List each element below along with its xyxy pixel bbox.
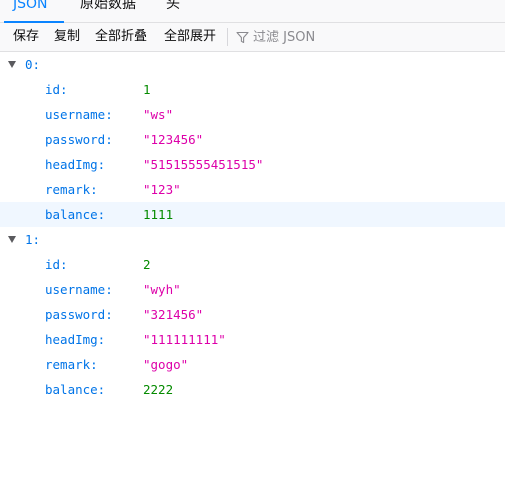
- property-value: "51515555451515": [143, 157, 264, 172]
- filter-icon: [236, 31, 249, 44]
- property-value: 2: [143, 257, 151, 272]
- toolbar: 保存 复制 全部折叠 全部展开: [0, 23, 505, 52]
- expand-toggle-icon[interactable]: [8, 61, 16, 68]
- property-key: id:: [45, 82, 68, 97]
- tree-row[interactable]: id: 2: [0, 252, 505, 277]
- property-key: remark:: [45, 182, 98, 197]
- tree-row[interactable]: username: "wyh": [0, 277, 505, 302]
- json-tree: 0: id: 1 username: "ws" password: "12345…: [0, 52, 505, 402]
- property-key: headImg:: [45, 332, 106, 347]
- collapse-all-button[interactable]: 全部折叠: [95, 29, 147, 45]
- save-button[interactable]: 保存: [13, 29, 39, 45]
- tree-row-index[interactable]: 1:: [0, 227, 505, 252]
- tab-headers[interactable]: 头: [166, 0, 180, 14]
- property-value: 1111: [143, 207, 174, 222]
- property-value: "wyh": [143, 282, 181, 297]
- expand-all-button[interactable]: 全部展开: [164, 29, 216, 45]
- property-key: balance:: [45, 382, 106, 397]
- property-value: "123456": [143, 132, 204, 147]
- property-key: balance:: [45, 207, 106, 222]
- tree-row-hovered[interactable]: balance: 1111: [0, 202, 505, 227]
- tree-row[interactable]: password: "321456": [0, 302, 505, 327]
- property-key: password:: [45, 307, 113, 322]
- property-value: "ws": [143, 107, 174, 122]
- tab-bar: JSON 原始数据 头: [0, 0, 505, 23]
- property-key: headImg:: [45, 157, 106, 172]
- tree-row[interactable]: headImg: "111111111": [0, 327, 505, 352]
- array-index-label: 0:: [25, 57, 41, 72]
- tree-row[interactable]: headImg: "51515555451515": [0, 152, 505, 177]
- property-value: "123": [143, 182, 181, 197]
- property-value: "321456": [143, 307, 204, 322]
- property-key: remark:: [45, 357, 98, 372]
- property-value: 1: [143, 82, 151, 97]
- property-key: id:: [45, 257, 68, 272]
- property-key: password:: [45, 132, 113, 147]
- expand-toggle-icon[interactable]: [8, 236, 16, 243]
- property-key: username:: [45, 107, 113, 122]
- property-value: "111111111": [143, 332, 226, 347]
- filter-box[interactable]: [236, 29, 373, 45]
- array-index-label: 1:: [25, 232, 41, 247]
- tree-row[interactable]: remark: "123": [0, 177, 505, 202]
- tree-row[interactable]: password: "123456": [0, 127, 505, 152]
- property-value: 2222: [143, 382, 174, 397]
- property-value: "gogo": [143, 357, 189, 372]
- tree-row[interactable]: username: "ws": [0, 102, 505, 127]
- tree-row[interactable]: id: 1: [0, 77, 505, 102]
- tab-raw-data[interactable]: 原始数据: [80, 0, 136, 14]
- copy-button[interactable]: 复制: [54, 29, 80, 45]
- tree-row-index[interactable]: 0:: [0, 52, 505, 77]
- tree-row[interactable]: remark: "gogo": [0, 352, 505, 377]
- tree-row[interactable]: balance: 2222: [0, 377, 505, 402]
- toolbar-divider: [227, 28, 228, 46]
- tab-json[interactable]: JSON: [13, 0, 48, 14]
- property-key: username:: [45, 282, 113, 297]
- filter-input[interactable]: [249, 29, 373, 45]
